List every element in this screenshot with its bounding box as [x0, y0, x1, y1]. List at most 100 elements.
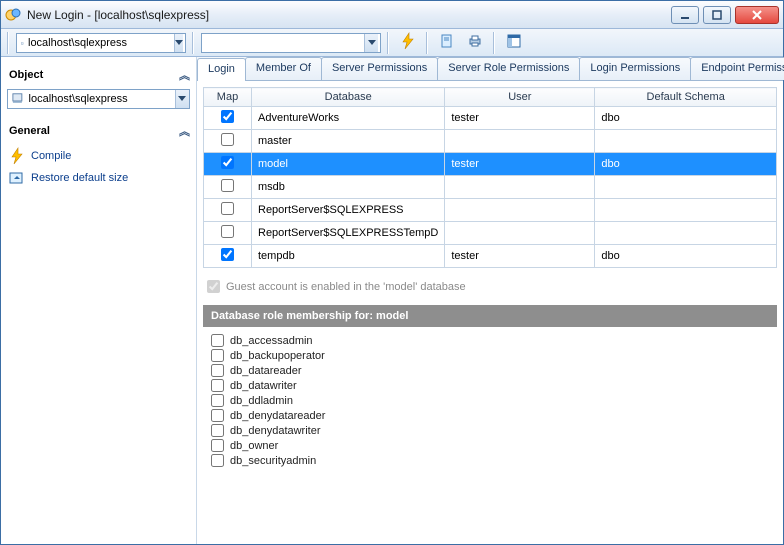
role-item[interactable]: db_backupoperator — [211, 348, 769, 363]
window-controls — [671, 6, 779, 24]
object-server-combo[interactable] — [7, 89, 190, 109]
collapse-icon[interactable]: ︽ — [179, 123, 188, 139]
table-row[interactable]: ReportServer$SQLEXPRESS — [204, 199, 777, 222]
table-row[interactable]: master — [204, 130, 777, 153]
tab-server-permissions[interactable]: Server Permissions — [321, 57, 438, 80]
map-cell[interactable] — [204, 199, 252, 222]
map-checkbox[interactable] — [221, 133, 234, 146]
database-cell[interactable]: master — [252, 130, 445, 153]
role-checkbox[interactable] — [211, 409, 224, 422]
database-cell[interactable]: ReportServer$SQLEXPRESSTempD — [252, 222, 445, 245]
tab-member-of[interactable]: Member Of — [245, 57, 322, 80]
col-database[interactable]: Database — [252, 88, 445, 107]
toolbar-combo2-input[interactable] — [206, 37, 360, 49]
execute-button[interactable] — [396, 32, 420, 54]
map-checkbox[interactable] — [221, 202, 234, 215]
close-button[interactable] — [735, 6, 779, 24]
collapse-icon[interactable]: ︽ — [179, 67, 188, 83]
map-checkbox[interactable] — [221, 156, 234, 169]
map-checkbox[interactable] — [221, 110, 234, 123]
database-cell[interactable]: msdb — [252, 176, 445, 199]
toolbar-print-button[interactable] — [463, 32, 487, 54]
tab-server-role-permissions[interactable]: Server Role Permissions — [437, 57, 580, 80]
user-cell[interactable] — [445, 222, 595, 245]
map-checkbox[interactable] — [221, 225, 234, 238]
role-checkbox[interactable] — [211, 394, 224, 407]
table-row[interactable]: msdb — [204, 176, 777, 199]
database-cell[interactable]: ReportServer$SQLEXPRESS — [252, 199, 445, 222]
map-cell[interactable] — [204, 130, 252, 153]
role-checkbox[interactable] — [211, 349, 224, 362]
role-checkbox[interactable] — [211, 364, 224, 377]
user-cell[interactable]: tester — [445, 245, 595, 268]
server-combo-input[interactable] — [28, 37, 170, 49]
toolbar-grip — [192, 32, 195, 54]
role-checkbox[interactable] — [211, 454, 224, 467]
map-checkbox[interactable] — [221, 179, 234, 192]
user-cell[interactable] — [445, 130, 595, 153]
table-row[interactable]: modeltesterdbo — [204, 153, 777, 176]
tab-login[interactable]: Login — [197, 58, 246, 81]
toolbar-combo2[interactable] — [201, 33, 381, 53]
tab-endpoint-permissions[interactable]: Endpoint Permissio — [690, 57, 784, 80]
role-item[interactable]: db_accessadmin — [211, 333, 769, 348]
table-row[interactable]: AdventureWorkstesterdbo — [204, 107, 777, 130]
database-cell[interactable]: tempdb — [252, 245, 445, 268]
role-item[interactable]: db_ddladmin — [211, 393, 769, 408]
role-item[interactable]: db_securityadmin — [211, 453, 769, 468]
tab-body: Map Database User Default Schema Adventu… — [197, 81, 783, 544]
role-item[interactable]: db_denydatareader — [211, 408, 769, 423]
schema-cell[interactable] — [595, 176, 777, 199]
toolbar-grip — [387, 32, 390, 54]
role-checkbox[interactable] — [211, 379, 224, 392]
col-map[interactable]: Map — [204, 88, 252, 107]
role-checkbox[interactable] — [211, 334, 224, 347]
user-cell[interactable]: tester — [445, 107, 595, 130]
server-combo[interactable] — [16, 33, 186, 53]
schema-cell[interactable]: dbo — [595, 107, 777, 130]
user-cell[interactable] — [445, 176, 595, 199]
database-cell[interactable]: model — [252, 153, 445, 176]
user-cell[interactable] — [445, 199, 595, 222]
server-combo-drop[interactable] — [174, 34, 183, 52]
map-cell[interactable] — [204, 153, 252, 176]
server-icon — [21, 36, 24, 50]
col-schema[interactable]: Default Schema — [595, 88, 777, 107]
maximize-button[interactable] — [703, 6, 731, 24]
toolbar-layout-button[interactable] — [502, 32, 526, 54]
toolbar-combo2-drop[interactable] — [364, 34, 378, 52]
compile-link[interactable]: Compile — [7, 145, 190, 167]
object-server-drop[interactable] — [175, 90, 189, 108]
tab-login-permissions[interactable]: Login Permissions — [579, 57, 691, 80]
toolbar-doc-button[interactable] — [435, 32, 459, 54]
titlebar: New Login - [localhost\sqlexpress] — [1, 1, 783, 29]
schema-cell[interactable]: dbo — [595, 245, 777, 268]
schema-cell[interactable] — [595, 130, 777, 153]
restore-link[interactable]: Restore default size — [7, 167, 190, 189]
role-checkbox[interactable] — [211, 424, 224, 437]
col-user[interactable]: User — [445, 88, 595, 107]
content: Object ︽ General ︽ Compile Restore defau… — [1, 57, 783, 544]
database-cell[interactable]: AdventureWorks — [252, 107, 445, 130]
schema-cell[interactable] — [595, 199, 777, 222]
map-cell[interactable] — [204, 245, 252, 268]
schema-cell[interactable] — [595, 222, 777, 245]
role-item[interactable]: db_owner — [211, 438, 769, 453]
role-checkbox[interactable] — [211, 439, 224, 452]
map-cell[interactable] — [204, 222, 252, 245]
map-cell[interactable] — [204, 176, 252, 199]
general-header: General ︽ — [7, 119, 190, 145]
map-cell[interactable] — [204, 107, 252, 130]
role-item[interactable]: db_denydatawriter — [211, 423, 769, 438]
minimize-button[interactable] — [671, 6, 699, 24]
table-row[interactable]: tempdbtesterdbo — [204, 245, 777, 268]
role-item[interactable]: db_datareader — [211, 363, 769, 378]
role-item[interactable]: db_datawriter — [211, 378, 769, 393]
user-cell[interactable]: tester — [445, 153, 595, 176]
window: New Login - [localhost\sqlexpress] — [0, 0, 784, 545]
map-checkbox[interactable] — [221, 248, 234, 261]
schema-cell[interactable]: dbo — [595, 153, 777, 176]
object-server-input[interactable] — [29, 93, 171, 105]
object-header-label: Object — [9, 69, 43, 81]
table-row[interactable]: ReportServer$SQLEXPRESSTempD — [204, 222, 777, 245]
